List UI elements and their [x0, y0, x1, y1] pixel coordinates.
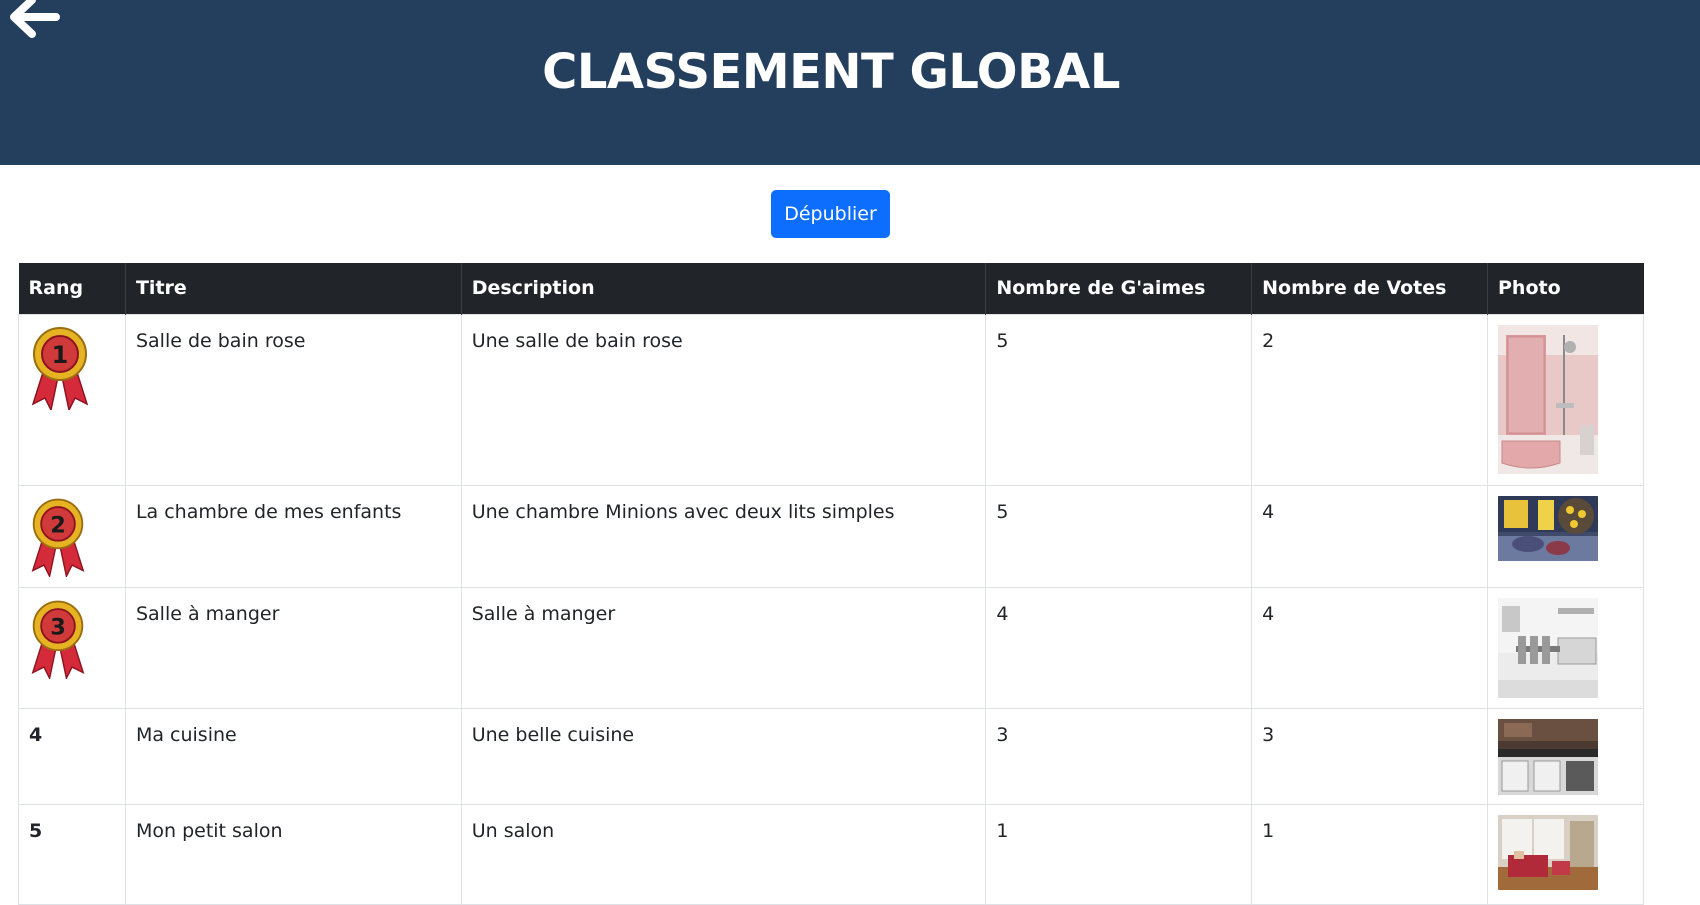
page-title: CLASSEMENT GLOBAL	[542, 44, 1120, 100]
svg-text:2: 2	[50, 512, 66, 538]
title-cell: Ma cuisine	[124, 707, 462, 805]
photo-cell	[1487, 313, 1644, 486]
rank-cell: 4	[18, 707, 126, 805]
description-cell: Une belle cuisine	[460, 707, 987, 805]
page-header: CLASSEMENT GLOBAL	[0, 0, 1700, 165]
photo-cell	[1487, 484, 1644, 588]
likes-cell: 3	[985, 707, 1253, 805]
likes-cell: 5	[985, 313, 1253, 486]
likes-cell: 4	[985, 586, 1253, 709]
kitchen-photo[interactable]	[1498, 718, 1598, 795]
minions-bedroom-photo[interactable]	[1498, 495, 1598, 561]
ranking-table: Rang Titre Description Nombre de G'aimes…	[18, 263, 1644, 905]
rank-cell: 5	[18, 803, 126, 905]
votes-cell: 2	[1251, 313, 1488, 486]
column-header-votes: Nombre de Votes	[1251, 263, 1488, 314]
column-header-title: Titre	[124, 263, 462, 314]
title-cell: Salle de bain rose	[124, 313, 462, 486]
rank-cell: 3	[18, 586, 126, 709]
photo-cell	[1487, 803, 1644, 905]
gold-medal-icon: 1	[31, 326, 89, 410]
title-cell: Mon petit salon	[124, 803, 462, 905]
description-cell: Un salon	[460, 803, 987, 905]
likes-cell: 1	[985, 803, 1253, 905]
votes-cell: 4	[1251, 586, 1488, 709]
title-cell: La chambre de mes enfants	[124, 484, 462, 588]
rank-cell: 2	[18, 484, 126, 588]
arrow-left-icon[interactable]	[4, 0, 62, 42]
unpublish-button[interactable]: Dépublier	[771, 190, 890, 238]
table-row: 4 Ma cuisine Une belle cuisine 3 3	[18, 707, 1644, 805]
votes-cell: 3	[1251, 707, 1488, 805]
dining-room-photo[interactable]	[1498, 597, 1598, 698]
svg-text:3: 3	[50, 614, 66, 640]
pink-bathroom-photo[interactable]	[1498, 324, 1598, 474]
title-cell: Salle à manger	[124, 586, 462, 709]
column-header-rank: Rang	[18, 263, 126, 314]
table-row: 3 Salle à manger Salle à manger 4 4	[18, 586, 1644, 709]
column-header-likes: Nombre de G'aimes	[985, 263, 1252, 314]
description-cell: Une chambre Minions avec deux lits simpl…	[460, 484, 987, 588]
rank-cell: 1	[18, 313, 126, 486]
description-cell: Salle à manger	[460, 586, 987, 709]
table-row: 5 Mon petit salon Un salon 1 1	[18, 803, 1644, 905]
table-row: 2 La chambre de mes enfants Une chambre …	[18, 484, 1644, 588]
likes-cell: 5	[985, 484, 1253, 588]
votes-cell: 1	[1251, 803, 1488, 905]
table-row: 1 Salle de bain rose Une salle de bain r…	[18, 313, 1644, 486]
photo-cell	[1487, 707, 1644, 805]
column-header-description: Description	[460, 263, 986, 314]
description-cell: Une salle de bain rose	[460, 313, 987, 486]
column-header-photo: Photo	[1487, 263, 1644, 314]
table-header-row: Rang Titre Description Nombre de G'aimes…	[18, 263, 1644, 314]
silver-medal-icon: 2	[31, 498, 85, 577]
votes-cell: 4	[1251, 484, 1488, 588]
living-room-photo[interactable]	[1498, 814, 1598, 890]
svg-text:1: 1	[52, 341, 69, 369]
bronze-medal-icon: 3	[31, 600, 85, 679]
photo-cell	[1487, 586, 1644, 709]
